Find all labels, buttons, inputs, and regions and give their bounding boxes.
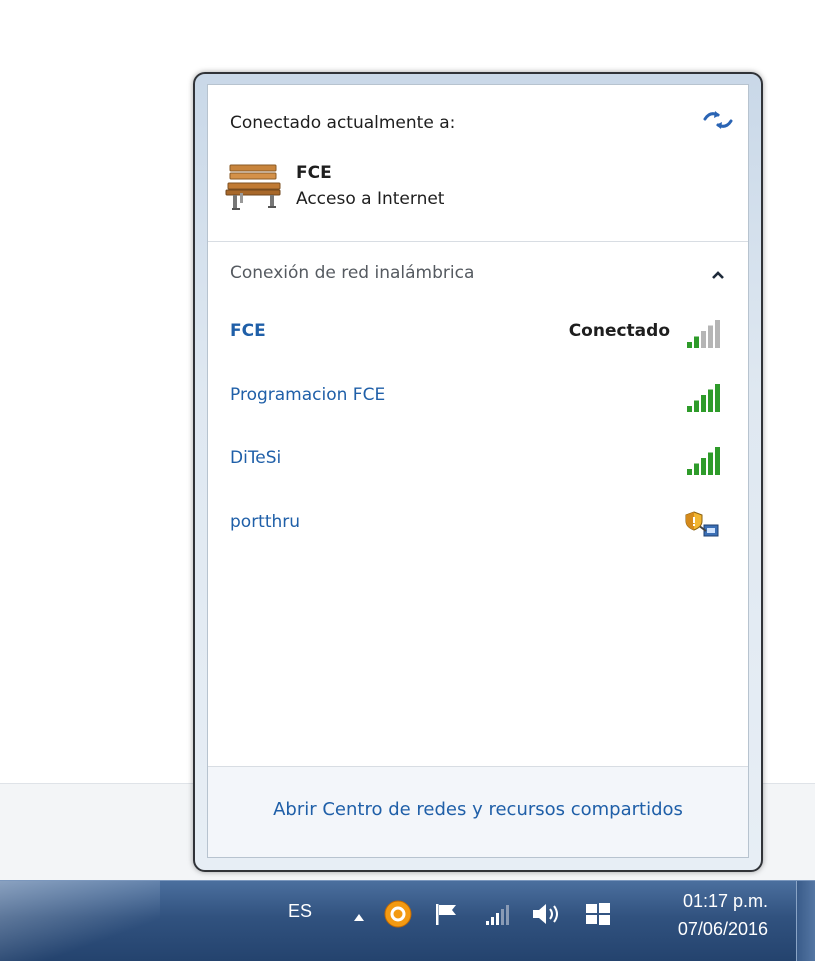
network-name: Programacion FCE — [230, 385, 386, 405]
open-network-center-link[interactable]: Abrir Centro de redes y recursos compart… — [208, 799, 748, 820]
flyout-panel: Conectado actualmente a: FCE Acceso a In — [207, 84, 749, 858]
signal-bar — [694, 463, 699, 475]
language-indicator[interactable]: ES — [288, 901, 312, 922]
signal-bar — [701, 331, 706, 348]
wifi-signal-icon — [687, 384, 720, 412]
network-item-ditesi[interactable]: DiTeSi — [216, 435, 738, 485]
clock-date: 07/06/2016 — [677, 919, 768, 939]
shield-network-icon — [685, 511, 719, 537]
current-connection-header: Conectado actualmente a: — [230, 113, 456, 133]
signal-bar — [694, 400, 699, 412]
speaker-icon[interactable] — [530, 901, 566, 927]
signal-bar — [715, 447, 720, 475]
chevron-up-icon[interactable] — [352, 911, 366, 923]
signal-bar — [708, 325, 713, 348]
network-item-portthru[interactable]: portthru — [216, 499, 738, 549]
network-item-programacion-fce[interactable]: Programacion FCE — [216, 372, 738, 422]
signal-bar — [715, 384, 720, 412]
flyout-footer: Abrir Centro de redes y recursos compart… — [208, 766, 748, 857]
signal-bar — [715, 320, 720, 348]
taskbar: ES 01:17 p.m. 07/06/2016 — [0, 880, 815, 961]
network-name: DiTeSi — [230, 448, 282, 468]
network-name: portthru — [230, 512, 301, 532]
signal-bar — [694, 336, 699, 348]
clock-time: 01:17 p.m. — [682, 891, 768, 911]
taskbar-clock[interactable]: 01:17 p.m. 07/06/2016 — [638, 887, 768, 943]
wifi-signal-icon — [687, 320, 720, 348]
chevron-up-icon[interactable] — [710, 269, 726, 281]
flag-icon[interactable] — [432, 901, 462, 927]
current-network-status: Acceso a Internet — [296, 189, 445, 209]
signal-bar — [687, 342, 692, 348]
network-name: FCE — [230, 321, 266, 341]
signal-bar — [708, 452, 713, 475]
signal-bar — [701, 458, 706, 475]
signal-bar — [687, 406, 692, 412]
show-desktop-button[interactable] — [796, 881, 815, 961]
current-network-name: FCE — [296, 163, 332, 183]
taskbar-highlight — [0, 881, 160, 961]
network-signal-icon[interactable] — [483, 901, 513, 927]
network-flyout: Conectado actualmente a: FCE Acceso a In — [193, 72, 763, 872]
network-item-fce[interactable]: FCE Conectado — [216, 308, 738, 358]
wifi-signal-icon — [687, 447, 720, 475]
signal-bar — [701, 395, 706, 412]
network-status: Conectado — [568, 321, 670, 341]
bench-icon — [225, 164, 281, 210]
signal-bar — [708, 389, 713, 412]
signal-bar — [687, 469, 692, 475]
wireless-group-header[interactable]: Conexión de red inalámbrica — [230, 263, 474, 283]
app-orange-icon[interactable] — [383, 899, 413, 929]
refresh-icon[interactable] — [702, 107, 734, 133]
windows-icon[interactable] — [585, 902, 611, 926]
current-connection-section: Conectado actualmente a: FCE Acceso a In — [208, 85, 748, 242]
